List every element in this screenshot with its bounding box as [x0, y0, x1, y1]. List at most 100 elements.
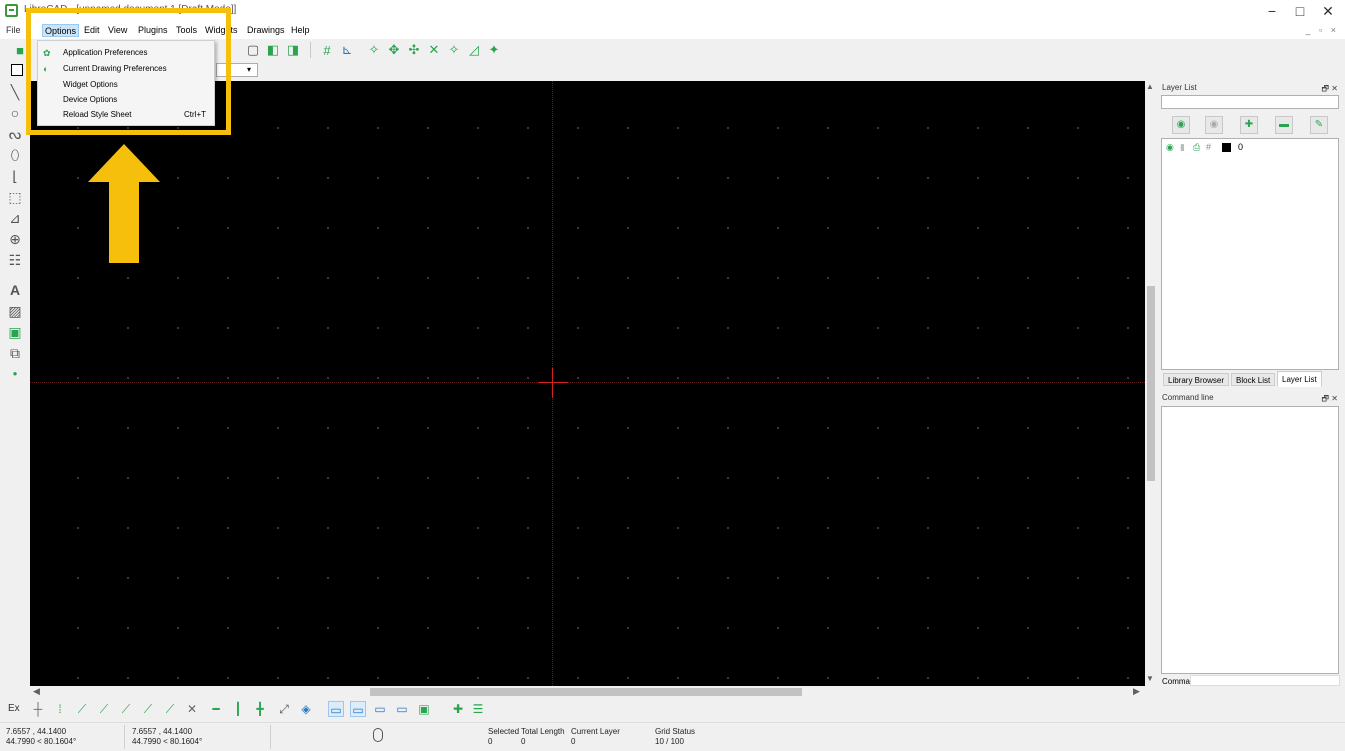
up-arrow-annotation-shaft — [109, 180, 139, 263]
layer-name: 0 — [1238, 142, 1244, 152]
view-mode-2-icon[interactable]: ▭ — [350, 701, 366, 717]
snap-distance-icon[interactable]: ⟋ — [162, 701, 178, 717]
command-history — [1161, 406, 1339, 674]
show-all-layers-icon[interactable]: ◉ — [1172, 116, 1190, 134]
dock-tab-bar: Library Browser Block List Layer List — [1161, 371, 1339, 387]
grid-status-label: Grid Status — [655, 727, 696, 736]
layer-row[interactable]: ◉ ▮ ⎙ # 0 — [1164, 141, 1334, 153]
snap-intersection-icon[interactable]: ✕ — [184, 701, 200, 717]
librecad-window: LibreCAD - [unnamed document 1 [Draft Mo… — [0, 0, 1345, 751]
snap-middle-icon[interactable]: ✧ — [446, 42, 462, 58]
view-mode-4-icon[interactable]: ▭ — [394, 701, 410, 717]
right-dock: Layer List 🗗 ✕ ◉ ◉ ✚ ▬ ✎ ◉ ▮ ⎙ # 0 Libra… — [1160, 81, 1342, 686]
remove-layer-icon[interactable]: ▬ — [1275, 116, 1293, 134]
absolute-polar: 44.7990 < 80.1604° — [6, 737, 77, 746]
grid-icon[interactable]: # — [319, 42, 335, 58]
lock-icon[interactable]: ▮ — [1180, 141, 1185, 153]
polyline-tool-icon[interactable]: ⌊ — [6, 167, 24, 185]
snap-center-icon[interactable]: ✦ — [486, 42, 502, 58]
info-tool-icon[interactable]: ☷ — [6, 251, 24, 269]
mdi-window-controls[interactable]: _ ▫ × — [1306, 25, 1339, 35]
vertical-scrollbar[interactable]: ▲ ▼ — [1145, 81, 1157, 686]
hide-all-layers-icon[interactable]: ◉ — [1205, 116, 1223, 134]
relative-zero-icon[interactable]: ⤢ — [276, 701, 292, 717]
minimize-button[interactable]: − — [1257, 2, 1287, 20]
absolute-coordinates: 7.6557 , 44.1400 — [6, 727, 67, 736]
snap-endpoint-icon[interactable]: ⟋ — [74, 701, 90, 717]
snap-grid-icon[interactable]: ⁞ — [52, 701, 68, 717]
horizontal-scrollbar[interactable]: ◀ ▶ — [30, 686, 1145, 698]
origin-marker-vertical — [552, 368, 553, 398]
scroll-up-icon[interactable]: ▲ — [1146, 82, 1154, 91]
scroll-right-icon[interactable]: ▶ — [1133, 686, 1140, 697]
curve-tool-icon[interactable]: ᔓ — [6, 125, 24, 143]
command-line-title: Command line — [1162, 393, 1214, 402]
left-tool-palette: ╲ ○ ᔓ ⬯ ⌊ ⬚ ⊿ ⊕ ☷ A ▨ ▣ ⧉ ● — [0, 81, 30, 686]
edit-layer-icon[interactable]: ✎ — [1310, 116, 1328, 134]
modify-tool-icon[interactable]: ⊕ — [6, 230, 24, 248]
menu-help[interactable]: Help — [289, 24, 312, 37]
snap-endpoint-icon[interactable]: ✣ — [406, 42, 422, 58]
add-layer-icon[interactable]: ✚ — [1240, 116, 1258, 134]
exclusive-snap-toggle[interactable]: Ex — [8, 703, 20, 714]
close-button[interactable]: ✕ — [1313, 2, 1343, 20]
line-tool-icon[interactable]: ╲ — [6, 83, 24, 101]
scroll-left-icon[interactable]: ◀ — [33, 686, 40, 697]
ellipse-tool-icon[interactable]: ⬯ — [6, 146, 24, 164]
snap-center-icon[interactable]: ⟋ — [118, 701, 134, 717]
view-mode-3-icon[interactable]: ▭ — [372, 701, 388, 717]
hatch-tool-icon[interactable]: ▨ — [6, 302, 24, 320]
select-tool-icon[interactable]: ⬚ — [6, 188, 24, 206]
view-mode-5-icon[interactable]: ▣ — [416, 701, 432, 717]
status-separator — [124, 725, 125, 749]
snap-grid-icon[interactable]: ✥ — [386, 42, 402, 58]
tab-block-list[interactable]: Block List — [1231, 373, 1276, 386]
command-dock-controls[interactable]: 🗗 ✕ — [1322, 393, 1338, 407]
ucs-list-icon[interactable]: ☰ — [470, 701, 486, 717]
restrict-orthogonal-icon[interactable]: ╋ — [252, 701, 268, 717]
text-tool-icon[interactable]: A — [6, 281, 24, 299]
snap-free-icon[interactable]: ✧ — [366, 42, 382, 58]
menu-drawings[interactable]: Drawings — [245, 24, 287, 37]
tab-layer-list[interactable]: Layer List — [1277, 371, 1322, 387]
block-insert-icon[interactable]: ◨ — [285, 42, 301, 58]
visibility-eye-icon[interactable]: ◉ — [1166, 141, 1174, 153]
image-tool-icon[interactable]: ▣ — [6, 323, 24, 341]
restrict-horizontal-icon[interactable]: ━ — [208, 701, 224, 717]
pen-color-swatch[interactable] — [11, 64, 23, 76]
up-arrow-annotation-icon — [88, 144, 160, 182]
restrict-vertical-icon[interactable]: ┃ — [230, 701, 246, 717]
maximize-button[interactable]: □ — [1285, 2, 1315, 20]
tab-library-browser[interactable]: Library Browser — [1163, 373, 1230, 386]
grid — [30, 81, 1145, 686]
horizontal-scroll-thumb[interactable] — [370, 688, 802, 696]
layer-filter-input[interactable] — [1161, 95, 1339, 109]
block-tool-icon[interactable]: ⧉ — [6, 344, 24, 362]
view-mode-1-icon[interactable]: ▭ — [328, 701, 344, 717]
snap-middle-icon[interactable]: ⟋ — [140, 701, 156, 717]
dimension-tool-icon[interactable]: ⊿ — [6, 209, 24, 227]
snap-intersection-icon[interactable]: ✕ — [426, 42, 442, 58]
add-ucs-icon[interactable]: ✚ — [450, 701, 466, 717]
menu-file[interactable]: File — [4, 24, 23, 37]
point-tool-icon[interactable]: ● — [6, 365, 24, 383]
current-layer-label: Current Layer — [571, 727, 620, 736]
block-icon[interactable]: ◧ — [265, 42, 281, 58]
drawing-canvas[interactable] — [30, 81, 1145, 686]
command-input[interactable] — [1190, 675, 1340, 686]
scroll-down-icon[interactable]: ▼ — [1146, 674, 1154, 683]
layer-color-swatch[interactable] — [1222, 143, 1231, 152]
print-preview-icon[interactable]: ▢ — [245, 42, 261, 58]
print-icon[interactable]: ⎙ — [1193, 141, 1200, 153]
librecad-app-icon — [5, 4, 18, 17]
x-axis-line — [30, 382, 1145, 383]
circle-tool-icon[interactable]: ○ — [6, 104, 24, 122]
lock-relative-zero-icon[interactable]: ◈ — [298, 701, 314, 717]
snap-distance-icon[interactable]: ◿ — [466, 42, 482, 58]
snap-free-icon[interactable]: ┼ — [30, 701, 46, 717]
construction-icon[interactable]: # — [1206, 141, 1211, 153]
ortho-icon[interactable]: ⊾ — [339, 42, 355, 58]
origin-marker-horizontal — [538, 382, 568, 383]
vertical-scroll-thumb[interactable] — [1147, 286, 1155, 481]
snap-entity-icon[interactable]: ⟋ — [96, 701, 112, 717]
